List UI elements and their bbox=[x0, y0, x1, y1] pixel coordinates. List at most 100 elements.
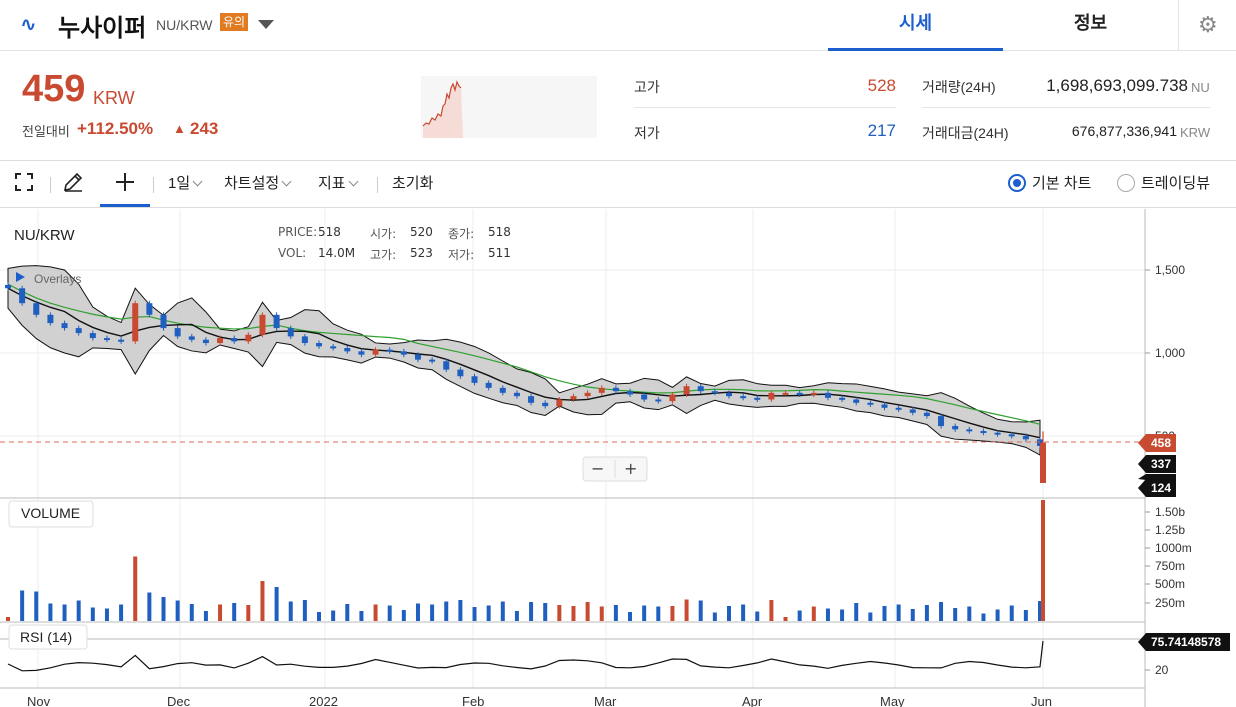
chart-settings-menu[interactable]: 차트설정 bbox=[224, 161, 292, 207]
x-label: Jun bbox=[1031, 694, 1052, 707]
current-price-marker-label: 458 bbox=[1151, 436, 1171, 450]
candle-body bbox=[202, 339, 209, 344]
candle-body bbox=[287, 328, 294, 337]
volume-bar bbox=[161, 597, 166, 621]
volume-bar bbox=[472, 607, 477, 621]
volume-bar bbox=[910, 609, 915, 621]
volume-bar bbox=[628, 612, 633, 621]
interval-select[interactable]: 1일 bbox=[168, 161, 203, 207]
radio-empty-icon bbox=[1117, 174, 1135, 193]
tab-quote[interactable]: 시세 bbox=[828, 0, 1003, 51]
volume-bar bbox=[698, 600, 703, 621]
price-value: 518 bbox=[318, 225, 341, 239]
warning-badge: 유의 bbox=[220, 13, 249, 31]
volume-bar bbox=[783, 617, 788, 621]
x-label: Feb bbox=[462, 694, 484, 707]
volume-bar bbox=[924, 605, 929, 621]
upper-band-marker-label: 337 bbox=[1151, 457, 1171, 471]
indicators-menu[interactable]: 지표 bbox=[318, 161, 359, 207]
volume-bar bbox=[882, 606, 887, 621]
volume-bar bbox=[147, 592, 152, 621]
volume-bar bbox=[288, 601, 293, 621]
zoom-control[interactable]: − + bbox=[582, 456, 648, 482]
high-value-chart: 523 bbox=[410, 246, 433, 260]
volume-bar bbox=[444, 601, 449, 621]
candle-body bbox=[768, 392, 775, 400]
volume-bar bbox=[840, 609, 845, 621]
x-label: Dec bbox=[167, 694, 191, 707]
price-unit: KRW bbox=[93, 88, 135, 108]
price-chart[interactable]: 1,500 1,000 500 1.50b 1.25b 1000m 750m 5… bbox=[0, 209, 1236, 707]
candle-body bbox=[160, 314, 167, 329]
price-tick: 1,500 bbox=[1155, 263, 1185, 277]
candle-body bbox=[372, 349, 379, 355]
tab-info[interactable]: 정보 bbox=[1003, 0, 1178, 51]
basic-chart-radio[interactable]: 기본 차트 bbox=[1008, 161, 1091, 207]
open-label: 시가: bbox=[370, 227, 397, 241]
candle-body bbox=[1040, 442, 1046, 483]
candle-body bbox=[697, 386, 704, 392]
crosshair-button[interactable] bbox=[100, 161, 150, 207]
low-label: 저가 bbox=[634, 125, 660, 141]
candle-body bbox=[584, 392, 591, 397]
volume-tick: 1000m bbox=[1155, 541, 1192, 555]
candle-body bbox=[217, 338, 224, 344]
draw-button[interactable] bbox=[62, 161, 88, 207]
volume-bar bbox=[670, 606, 675, 621]
high-label: 고가 bbox=[634, 79, 660, 95]
candle-body bbox=[810, 392, 817, 395]
volume-unit: NU bbox=[1191, 80, 1210, 95]
divider bbox=[922, 107, 1210, 108]
volume-bar bbox=[189, 604, 194, 621]
gear-icon: ⚙ bbox=[1198, 12, 1218, 37]
volume-bar bbox=[811, 606, 816, 621]
zoom-in-button[interactable]: + bbox=[624, 459, 637, 478]
lower-band-marker-label: 124 bbox=[1151, 481, 1171, 495]
candle-body bbox=[188, 336, 195, 340]
volume-bar bbox=[415, 603, 420, 621]
zoom-out-button[interactable]: − bbox=[591, 459, 604, 478]
candle-body bbox=[824, 392, 831, 398]
high-label-chart: 고가: bbox=[370, 248, 397, 262]
volume-bar bbox=[967, 606, 972, 621]
tradingview-label: 트레이딩뷰 bbox=[1141, 175, 1211, 192]
candle-body bbox=[980, 431, 987, 434]
volume-bar bbox=[642, 605, 647, 621]
volume-bar bbox=[854, 603, 859, 621]
candle-body bbox=[273, 314, 280, 329]
candle-body bbox=[1008, 434, 1015, 437]
overlays-label[interactable]: Overlays bbox=[34, 272, 81, 286]
price-tick: 1,000 bbox=[1155, 346, 1185, 360]
close-label: 종가: bbox=[448, 227, 475, 241]
divider bbox=[634, 107, 896, 108]
candle-body bbox=[457, 369, 464, 377]
fullscreen-button[interactable] bbox=[14, 161, 38, 207]
volume-bar bbox=[90, 607, 95, 621]
bollinger-band bbox=[7, 265, 1041, 456]
candle-body bbox=[301, 336, 308, 344]
chevron-down-icon bbox=[348, 176, 359, 187]
candle-body bbox=[471, 376, 478, 383]
candle-body bbox=[627, 391, 634, 395]
candle-body bbox=[174, 328, 181, 337]
amount-label: 거래대금(24H) bbox=[922, 125, 1009, 141]
volume-bar bbox=[20, 590, 25, 621]
candle-body bbox=[89, 333, 96, 339]
volume-bar bbox=[599, 606, 604, 621]
coin-dropdown-icon[interactable] bbox=[258, 20, 274, 29]
volume-bar bbox=[430, 604, 435, 621]
basic-chart-label: 기본 차트 bbox=[1032, 175, 1092, 192]
settings-button[interactable]: ⚙ bbox=[1178, 0, 1236, 51]
candle-body bbox=[231, 338, 238, 342]
candle-body bbox=[386, 349, 393, 352]
candle-body bbox=[669, 394, 676, 402]
x-label: Mar bbox=[594, 694, 617, 707]
volume-bar bbox=[317, 612, 322, 621]
reset-button[interactable]: 초기화 bbox=[392, 161, 433, 207]
volume-bar bbox=[373, 604, 378, 621]
amount-value: 676,877,336,941 bbox=[1071, 123, 1177, 139]
volume-bar bbox=[726, 606, 731, 621]
coin-name: 누사이퍼 bbox=[58, 15, 147, 42]
candle-body bbox=[542, 402, 549, 407]
tradingview-radio[interactable]: 트레이딩뷰 bbox=[1117, 161, 1210, 207]
